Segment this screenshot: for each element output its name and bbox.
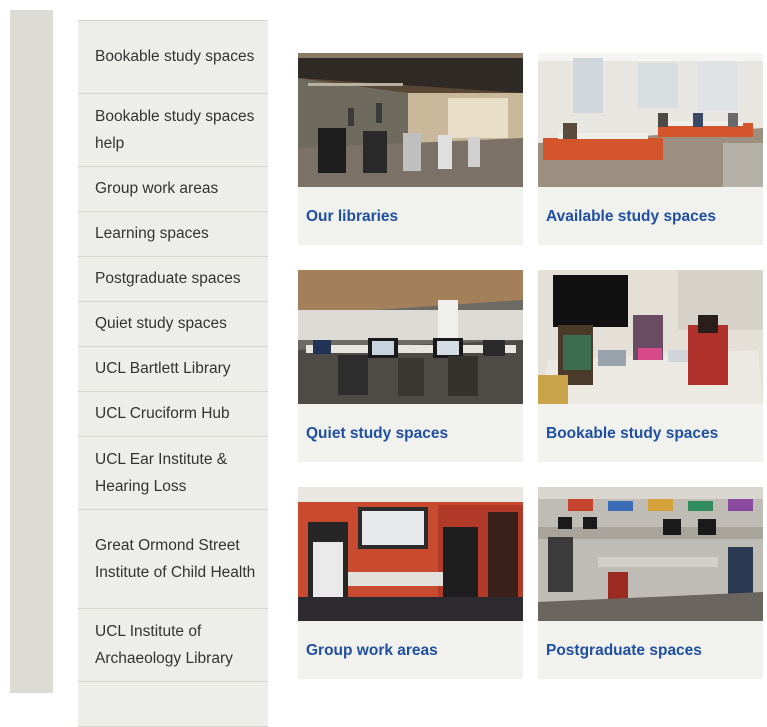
group-work-booth-photo (298, 487, 523, 621)
nav-item-great-ormond-street[interactable]: Great Ormond Street Institute of Child H… (78, 510, 268, 609)
nav-item-label: Bookable study spaces (95, 48, 255, 66)
nav-item-more[interactable] (78, 682, 268, 727)
nav-item-label: UCL Bartlett Library (95, 360, 231, 378)
nav-item-ucl-cruciform-hub[interactable]: UCL Cruciform Hub (78, 392, 268, 437)
quiet-study-room-photo (298, 270, 523, 404)
card-our-libraries[interactable]: Our libraries (298, 53, 523, 245)
computer-room-photo (538, 487, 763, 621)
nav-item-bookable-study-spaces-help[interactable]: Bookable study spaces help (78, 94, 268, 167)
nav-item-quiet-study-spaces[interactable]: Quiet study spaces (78, 302, 268, 347)
nav-item-label: Postgraduate spaces (95, 270, 241, 288)
nav-item-postgraduate-spaces[interactable]: Postgraduate spaces (78, 257, 268, 302)
card-title: Available study spaces (546, 208, 717, 225)
nav-item-ucl-bartlett-library[interactable]: UCL Bartlett Library (78, 347, 268, 392)
card-title: Quiet study spaces (306, 425, 449, 442)
nav-item-label: Bookable study spaces help (95, 107, 255, 153)
card-available-study-spaces[interactable]: Available study spaces (538, 53, 763, 245)
nav-item-label: Quiet study spaces (95, 315, 227, 333)
nav-item-ucl-ear-institute[interactable]: UCL Ear Institute & Hearing Loss (78, 437, 268, 510)
card-title: Bookable study spaces (546, 425, 719, 442)
card-bookable-study-spaces[interactable]: Bookable study spaces (538, 270, 763, 462)
nav-item-label: UCL Cruciform Hub (95, 405, 230, 423)
card-quiet-study-spaces[interactable]: Quiet study spaces (298, 270, 523, 462)
nav-item-label: Group work areas (95, 180, 219, 198)
nav-item-label: Great Ormond Street Institute of Child H… (95, 536, 256, 582)
nav-item-group-work-areas[interactable]: Group work areas (78, 167, 268, 212)
card-title: Group work areas (306, 642, 438, 659)
nav-item-label: Learning spaces (95, 225, 209, 243)
card-postgraduate-spaces[interactable]: Postgraduate spaces (538, 487, 763, 679)
group-study-table-photo (538, 270, 763, 404)
card-title: Postgraduate spaces (546, 642, 702, 659)
left-gutter (10, 10, 53, 693)
card-title: Our libraries (306, 208, 399, 225)
section-nav: Bookable study spaces Bookable study spa… (78, 20, 268, 727)
card-group-work-areas[interactable]: Group work areas (298, 487, 523, 679)
nav-item-archaeology-library[interactable]: UCL Institute of Archaeology Library (78, 609, 268, 682)
nav-item-learning-spaces[interactable]: Learning spaces (78, 212, 268, 257)
nav-item-label: UCL Institute of Archaeology Library (95, 622, 233, 668)
study-room-photo (538, 53, 763, 187)
library-entrance-photo (298, 53, 523, 187)
nav-item-label: UCL Ear Institute & Hearing Loss (95, 450, 228, 496)
nav-item-bookable-study-spaces[interactable]: Bookable study spaces (78, 21, 268, 94)
